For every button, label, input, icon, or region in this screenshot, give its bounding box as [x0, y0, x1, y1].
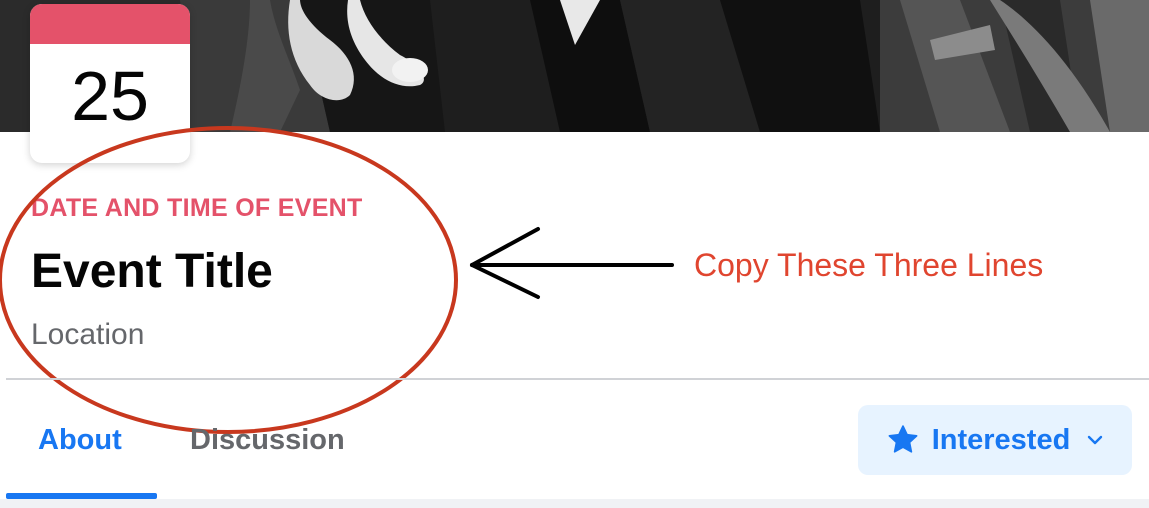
date-card-header	[30, 4, 190, 44]
event-date-time: DATE AND TIME OF EVENT	[31, 194, 363, 222]
event-date-card: 25	[30, 4, 190, 163]
chevron-down-icon[interactable]	[1086, 431, 1104, 449]
event-page: 25 DATE AND TIME OF EVENT Event Title Lo…	[0, 0, 1149, 508]
event-location: Location	[31, 318, 145, 351]
interested-label: Interested	[931, 424, 1071, 456]
divider	[6, 378, 1149, 380]
arrow-left-icon	[470, 227, 674, 299]
tab-about[interactable]: About	[38, 422, 122, 458]
tab-discussion[interactable]: Discussion	[190, 422, 345, 458]
interested-button[interactable]: Interested	[858, 405, 1132, 475]
bottom-band	[0, 499, 1149, 508]
event-day: 25	[71, 57, 149, 135]
event-title: Event Title	[31, 245, 273, 298]
annotation-label: Copy These Three Lines	[694, 247, 1044, 283]
star-icon	[886, 423, 920, 457]
